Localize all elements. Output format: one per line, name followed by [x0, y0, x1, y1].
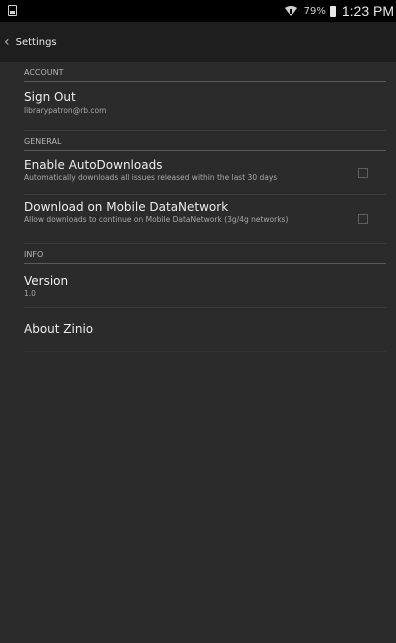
clock: 1:23 PM	[341, 3, 394, 19]
section-header-general: GENERAL	[24, 131, 386, 151]
about-zinio-row[interactable]: About Zinio	[24, 308, 386, 352]
section-header-account: ACCOUNT	[24, 62, 386, 82]
auto-downloads-description: Automatically downloads all issues relea…	[24, 173, 278, 182]
sign-out-title: Sign Out	[24, 90, 76, 104]
auto-downloads-row[interactable]: Enable AutoDownloads Automatically downl…	[24, 151, 386, 195]
mobile-data-description: Allow downloads to continue on Mobile Da…	[24, 215, 289, 224]
mobile-data-row[interactable]: Download on Mobile DataNetwork Allow dow…	[24, 195, 386, 244]
settings-screen: 79% 1:23 PM ‹ Settings ACCOUNT Sign Out …	[0, 0, 396, 643]
gallery-notification-icon	[8, 5, 17, 16]
version-row[interactable]: Version 1.0	[24, 264, 386, 308]
battery-icon	[329, 5, 336, 17]
page-title[interactable]: Settings	[16, 37, 57, 48]
status-right-group: 79% 1:23 PM	[284, 2, 394, 20]
sign-out-row[interactable]: Sign Out librarypatron@rb.com	[24, 82, 386, 131]
version-number: 1.0	[24, 289, 36, 298]
about-zinio-title: About Zinio	[24, 322, 94, 336]
auto-downloads-title: Enable AutoDownloads	[24, 158, 163, 172]
action-bar: ‹ Settings	[0, 22, 396, 62]
settings-list: ACCOUNT Sign Out librarypatron@rb.com GE…	[0, 62, 396, 352]
version-title: Version	[24, 274, 69, 288]
mobile-data-checkbox[interactable]	[358, 214, 368, 224]
battery-percent: 79%	[303, 5, 326, 17]
back-chevron-icon[interactable]: ‹	[4, 35, 10, 49]
wifi-icon	[284, 6, 297, 16]
auto-downloads-checkbox[interactable]	[358, 167, 368, 178]
status-bar: 79% 1:23 PM	[0, 0, 396, 22]
section-header-info: INFO	[24, 244, 386, 264]
mobile-data-title: Download on Mobile DataNetwork	[24, 200, 229, 214]
account-email: librarypatron@rb.com	[24, 106, 107, 115]
